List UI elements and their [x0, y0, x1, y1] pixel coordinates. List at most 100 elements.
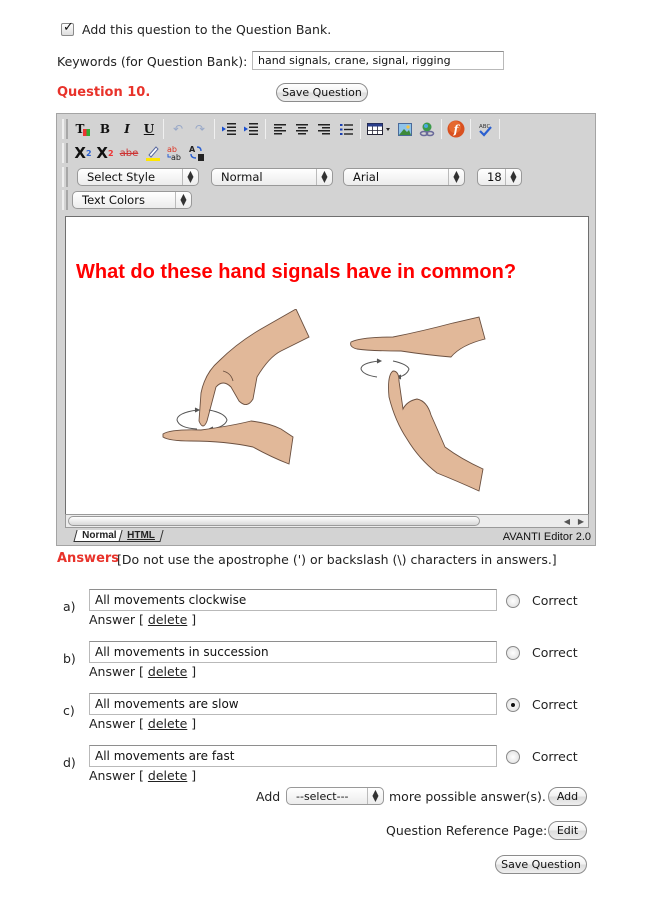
close-bracket: ]: [191, 612, 197, 627]
tab-html[interactable]: HTML: [118, 530, 164, 542]
select-arrows-icon: ▲ ▼: [175, 192, 191, 208]
toolbar-grip[interactable]: [62, 167, 68, 187]
scrollbar-thumb[interactable]: [68, 516, 480, 526]
add-answers-button[interactable]: Add: [548, 787, 587, 806]
replace-icon[interactable]: ab ab: [164, 143, 186, 163]
answer-actions: Answer [ delete ]: [89, 768, 196, 783]
correct-option: Correct: [506, 593, 578, 608]
scroll-right-arrow-icon[interactable]: ▶: [574, 515, 588, 527]
answer-actions: Answer [ delete ]: [89, 716, 196, 731]
flash-icon[interactable]: f: [445, 119, 467, 139]
horizontal-scrollbar[interactable]: ◀ ▶: [65, 514, 589, 528]
editor-view-tabs: Normal HTML: [73, 530, 164, 542]
delete-answer-link[interactable]: delete: [148, 768, 187, 783]
editor-version: AVANTI Editor 2.0: [502, 531, 591, 543]
add-prefix-label: Add: [256, 789, 281, 804]
edit-reference-button[interactable]: Edit: [548, 821, 587, 840]
style-select-value: Select Style: [87, 170, 156, 184]
highlight-icon[interactable]: [142, 143, 164, 163]
format-select-value: Normal: [221, 170, 263, 184]
checkmark-icon: ✓: [63, 20, 74, 35]
text-colors-select[interactable]: Text Colors ▲ ▼: [72, 191, 192, 209]
undo-icon[interactable]: ↶: [167, 119, 189, 139]
keywords-input[interactable]: hand signals, crane, signal, rigging: [252, 51, 504, 70]
correct-radio[interactable]: [506, 697, 520, 712]
answer-input[interactable]: All movements in succession: [89, 641, 497, 663]
redo-icon[interactable]: ↷: [189, 119, 211, 139]
superscript-icon[interactable]: X2: [94, 143, 116, 163]
delete-answer-link[interactable]: delete: [148, 664, 187, 679]
align-center-icon[interactable]: [291, 119, 313, 139]
reference-page-label: Question Reference Page:: [386, 823, 548, 838]
add-to-bank-checkbox[interactable]: ✓: [61, 20, 74, 36]
correct-radio[interactable]: [506, 645, 520, 660]
link-icon[interactable]: [416, 119, 438, 139]
strikethrough-icon[interactable]: abe: [116, 143, 142, 163]
select-arrows-icon: ▲ ▼: [316, 169, 332, 185]
format-select[interactable]: Normal ▲ ▼: [211, 168, 333, 186]
toolbar-separator: [265, 119, 266, 139]
correct-radio[interactable]: [506, 593, 520, 608]
add-count-select[interactable]: --select--- ▲ ▼: [286, 787, 384, 805]
hand-pointing-down: [198, 309, 310, 427]
indent-icon[interactable]: [240, 119, 262, 139]
answer-input[interactable]: All movements clockwise: [89, 589, 497, 611]
select-arrows-icon: ▲ ▼: [505, 169, 521, 185]
select-arrows-icon: ▲ ▼: [182, 169, 198, 185]
toolbar-separator: [163, 119, 164, 139]
scroll-left-arrow-icon[interactable]: ◀: [560, 515, 574, 527]
rich-text-editor: T B I U ↶ ↷ f ABC X2 X2 abe ab ab A Sele…: [56, 113, 596, 546]
toolbar-grip[interactable]: [62, 190, 68, 210]
bullet-list-icon[interactable]: [335, 119, 357, 139]
find-replace-icon[interactable]: A: [186, 143, 208, 163]
correct-label: Correct: [532, 697, 578, 712]
font-size-select-value: 18: [487, 170, 502, 184]
svg-text:ab: ab: [171, 153, 181, 162]
close-bracket: ]: [191, 716, 197, 731]
toolbar-separator: [214, 119, 215, 139]
save-question-button-top[interactable]: Save Question: [276, 83, 368, 102]
rotation-arrow-icon: [360, 358, 410, 380]
text-color-icon[interactable]: T: [72, 119, 94, 139]
align-left-icon[interactable]: [269, 119, 291, 139]
correct-option: Correct: [506, 645, 578, 660]
subscript-icon[interactable]: X2: [72, 143, 94, 163]
font-size-select[interactable]: 18 ▲ ▼: [477, 168, 522, 186]
select-arrows-icon: ▲ ▼: [448, 169, 464, 185]
spellcheck-icon[interactable]: ABC: [474, 119, 496, 139]
correct-option: Correct: [506, 749, 578, 764]
tab-normal[interactable]: Normal: [73, 530, 125, 542]
hand-pointing-up: [388, 370, 484, 492]
open-bracket: [: [139, 664, 144, 679]
answer-input[interactable]: All movements are slow: [89, 693, 497, 715]
answer-input[interactable]: All movements are fast: [89, 745, 497, 767]
toolbar-grip[interactable]: [62, 143, 68, 163]
keywords-label: Keywords (for Question Bank):: [57, 54, 248, 69]
editor-content-area[interactable]: What do these hand signals have in commo…: [65, 216, 589, 516]
answer-word: Answer: [89, 664, 136, 679]
close-bracket: ]: [191, 768, 197, 783]
text-colors-select-value: Text Colors: [82, 193, 145, 207]
answer-word: Answer: [89, 612, 136, 627]
flat-hand-bottom: [162, 420, 294, 465]
close-bracket: ]: [191, 664, 197, 679]
answer-letter: b): [63, 651, 76, 666]
bold-icon[interactable]: B: [94, 119, 116, 139]
answers-label: Answers: [57, 551, 120, 566]
correct-label: Correct: [532, 749, 578, 764]
table-icon[interactable]: [364, 119, 394, 139]
font-select[interactable]: Arial ▲ ▼: [343, 168, 465, 186]
image-icon[interactable]: [394, 119, 416, 139]
italic-icon[interactable]: I: [116, 119, 138, 139]
save-question-button-bottom[interactable]: Save Question: [495, 855, 587, 874]
outdent-icon[interactable]: [218, 119, 240, 139]
correct-radio[interactable]: [506, 749, 520, 764]
answer-actions: Answer [ delete ]: [89, 612, 196, 627]
delete-answer-link[interactable]: delete: [148, 612, 187, 627]
underline-icon[interactable]: U: [138, 119, 160, 139]
align-right-icon[interactable]: [313, 119, 335, 139]
add-count-select-value: --select---: [296, 789, 349, 803]
style-select[interactable]: Select Style ▲ ▼: [77, 168, 199, 186]
toolbar-grip[interactable]: [62, 119, 68, 139]
delete-answer-link[interactable]: delete: [148, 716, 187, 731]
